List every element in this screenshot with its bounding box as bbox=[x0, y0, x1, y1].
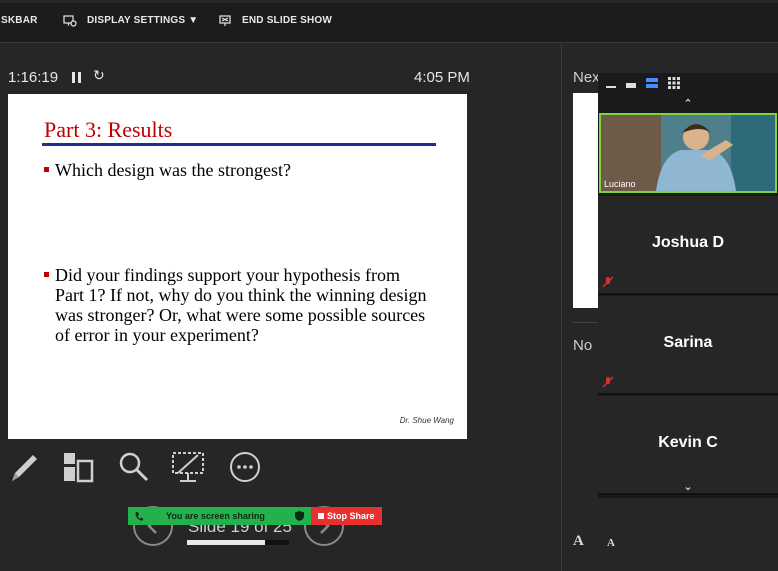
slide-progress-bar bbox=[187, 540, 289, 545]
muted-mic-icon bbox=[602, 276, 614, 288]
see-all-slides-icon[interactable] bbox=[60, 449, 96, 485]
slide-title-rule bbox=[42, 143, 436, 146]
participant-tile[interactable]: Joshua D bbox=[598, 196, 778, 295]
display-settings-icon[interactable] bbox=[63, 15, 77, 27]
participant-name: Luciano bbox=[604, 179, 636, 189]
slide-progress-fill bbox=[187, 540, 265, 545]
bullet-marker bbox=[44, 167, 49, 172]
notes-label: No bbox=[573, 337, 593, 354]
speaker-view-icon[interactable] bbox=[646, 77, 658, 89]
show-taskbar-button[interactable]: SKBAR bbox=[1, 15, 38, 26]
bullet-text: Which design was the strongest? bbox=[55, 160, 291, 180]
pause-timer-icon[interactable] bbox=[72, 72, 81, 83]
slide-title: Part 3: Results bbox=[44, 117, 173, 142]
pane-divider[interactable] bbox=[561, 44, 562, 571]
scroll-up-icon[interactable]: ⌃ bbox=[598, 97, 778, 111]
stop-icon bbox=[318, 513, 324, 519]
increase-font-button[interactable]: A bbox=[573, 533, 584, 550]
sharing-status-bar: You are screen sharing bbox=[128, 507, 311, 525]
gallery-view-icon[interactable] bbox=[668, 77, 680, 89]
slide-bullet: Which design was the strongest? bbox=[44, 160, 434, 180]
presenter-view: SKBAR DISPLAY SETTINGS ▼ END SLIDE SHOW … bbox=[0, 0, 778, 571]
sharing-status-text: You are screen sharing bbox=[166, 511, 265, 521]
zoom-icon[interactable] bbox=[116, 449, 152, 485]
current-slide: Part 3: Results Which design was the str… bbox=[8, 94, 467, 439]
decrease-font-button[interactable]: A bbox=[607, 537, 615, 549]
participant-video-tile[interactable]: Luciano bbox=[599, 113, 777, 193]
zoom-participant-panel: ⌃ Luciano Joshua D Sarina Kevin C ⌄ bbox=[598, 73, 778, 498]
end-slide-show-icon[interactable] bbox=[219, 15, 233, 27]
black-screen-icon[interactable] bbox=[170, 449, 206, 485]
hide-video-icon[interactable] bbox=[626, 79, 636, 89]
elapsed-timer: 1:16:19 bbox=[8, 69, 59, 86]
next-slide-label: Nex bbox=[573, 69, 600, 86]
phone-icon bbox=[135, 512, 143, 521]
current-time: 4:05 PM bbox=[414, 69, 470, 86]
participant-name: Sarina bbox=[663, 334, 713, 351]
muted-mic-icon bbox=[602, 376, 614, 388]
restart-timer-icon[interactable]: ↻ bbox=[93, 67, 105, 84]
participant-name: Joshua D bbox=[651, 234, 724, 251]
next-slide-preview[interactable] bbox=[573, 93, 601, 308]
bullet-marker bbox=[44, 272, 49, 277]
participant-tile[interactable]: Sarina bbox=[598, 296, 778, 395]
more-options-icon[interactable] bbox=[227, 449, 263, 485]
pen-icon[interactable] bbox=[6, 449, 42, 485]
bullet-text: Did your findings support your hypothesi… bbox=[55, 265, 427, 345]
stop-share-button[interactable]: Stop Share bbox=[311, 507, 382, 525]
participant-name: Kevin C bbox=[658, 434, 718, 451]
top-toolbar: SKBAR DISPLAY SETTINGS ▼ END SLIDE SHOW bbox=[0, 3, 778, 43]
stop-share-label: Stop Share bbox=[327, 511, 375, 521]
shield-icon bbox=[295, 511, 304, 521]
slide-bullet: Did your findings support your hypothesi… bbox=[44, 265, 429, 345]
view-switcher bbox=[598, 73, 778, 95]
display-settings-button[interactable]: DISPLAY SETTINGS ▼ bbox=[87, 15, 198, 26]
scroll-down-icon[interactable]: ⌄ bbox=[598, 480, 778, 494]
screen-sharing-banner: You are screen sharing Stop Share bbox=[128, 507, 382, 525]
notes-divider bbox=[573, 322, 598, 323]
minimize-video-icon[interactable] bbox=[606, 79, 616, 89]
slide-footer: Dr. Shue Wang bbox=[399, 416, 454, 425]
end-slide-show-button[interactable]: END SLIDE SHOW bbox=[242, 15, 332, 26]
